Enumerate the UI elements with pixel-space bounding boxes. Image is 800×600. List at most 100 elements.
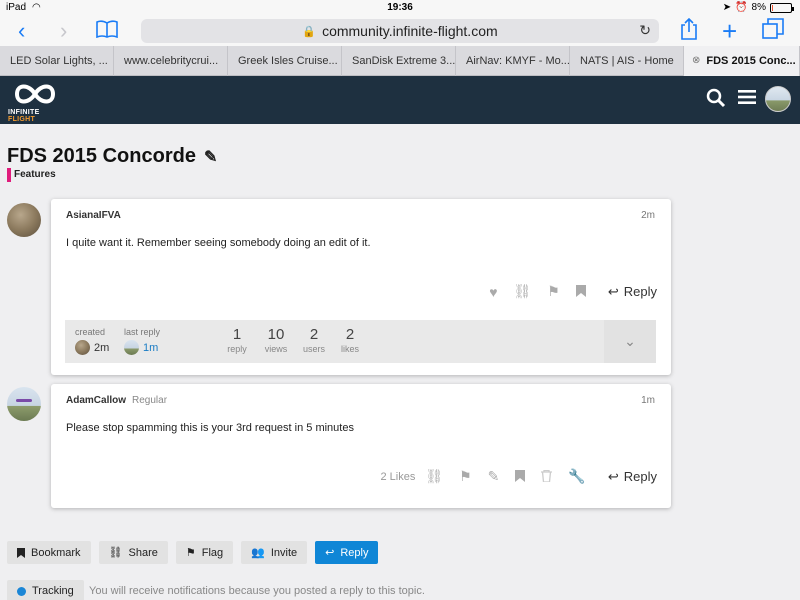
invite-button[interactable]: 👥 Invite	[241, 541, 308, 564]
stat-users: 2 users	[301, 326, 327, 354]
created-label: created	[75, 327, 106, 337]
bookmark-icon	[17, 547, 25, 558]
wrench-icon[interactable]: 🔧	[568, 468, 585, 485]
chevron-down-icon: ⌄	[624, 333, 636, 349]
link-icon[interactable]: ⛓	[425, 468, 443, 485]
created-avatar[interactable]	[75, 340, 90, 355]
close-tab-icon[interactable]: ⊗	[692, 46, 700, 76]
flag-button[interactable]: ⚑ Flag	[175, 541, 234, 564]
bookmark-button-label: Bookmark	[31, 546, 81, 559]
lock-icon: 🔒	[302, 25, 317, 38]
browser-tab[interactable]: AirNav: KMYF - Mo...	[456, 46, 570, 76]
browser-toolbar: ‹ › 🔒 community.infinite-flight.com ↻ +	[0, 16, 800, 46]
topic-title: FDS 2015 Concorde ✎	[7, 145, 217, 168]
reply-topic-button[interactable]: ↩ Reply	[315, 541, 379, 564]
post-body: I quite want it. Remember seeing somebod…	[66, 237, 371, 249]
post-author[interactable]: AsianaIFVA	[66, 210, 121, 221]
tab-strip: LED Solar Lights, ... www.celebritycrui.…	[0, 46, 800, 76]
status-bar: iPad ◠ 19:36 ➤ ⏰ 8%	[0, 0, 800, 16]
edit-pencil-icon[interactable]: ✎	[488, 468, 500, 485]
clock: 19:36	[387, 2, 413, 13]
location-icon: ➤	[722, 2, 732, 13]
bookmark-button[interactable]: Bookmark	[7, 541, 91, 564]
link-icon[interactable]: ⛓	[514, 283, 532, 300]
new-tab-icon[interactable]: +	[722, 18, 737, 44]
stat-views: 10 views	[261, 326, 291, 354]
flag-icon[interactable]: ⚑	[547, 283, 560, 300]
tabs-overview-icon[interactable]	[762, 18, 784, 46]
topic-title-text: FDS 2015 Concorde	[7, 145, 196, 167]
topic-footer-buttons: Bookmark ⛓ Share ⚑ Flag 👥 Invite ↩ Reply	[7, 541, 379, 564]
bookmarks-icon[interactable]	[96, 18, 118, 44]
post-avatar[interactable]	[7, 203, 41, 237]
browser-tab[interactable]: Greek Isles Cruise...	[228, 46, 342, 76]
stat-number: 1	[232, 326, 242, 343]
tracking-label: Tracking	[32, 585, 74, 597]
last-reply-label: last reply	[124, 327, 161, 337]
trash-icon[interactable]	[541, 469, 553, 485]
tracking-dot-icon	[17, 586, 26, 596]
stat-label: views	[264, 344, 288, 354]
last-reply-avatar[interactable]	[124, 340, 139, 355]
post-age[interactable]: 2m	[641, 210, 655, 221]
reply-arrow-icon: ↩	[607, 468, 619, 484]
stat-number: 2	[309, 326, 319, 343]
stat-label: reply	[227, 344, 247, 354]
browser-tab[interactable]: LED Solar Lights, ...	[0, 46, 114, 76]
post-author[interactable]: AdamCallow	[66, 395, 126, 406]
back-icon[interactable]: ‹	[18, 18, 25, 44]
reply-label: Reply	[623, 284, 657, 299]
user-avatar[interactable]	[765, 86, 791, 112]
post: AsianaIFVA 2m I quite want it. Remember …	[51, 199, 671, 375]
reload-icon[interactable]: ↻	[639, 22, 651, 39]
share-icon[interactable]	[680, 17, 698, 46]
like-heart-icon[interactable]: ♥	[489, 284, 497, 300]
stat-replies: 1 reply	[225, 326, 249, 354]
search-icon[interactable]	[706, 88, 726, 113]
post-age[interactable]: 1m	[641, 395, 655, 406]
users-icon: 👥	[251, 547, 265, 559]
url-text: community.infinite-flight.com	[322, 23, 498, 39]
stat-likes: 2 likes	[337, 326, 363, 354]
forward-icon[interactable]: ›	[60, 18, 67, 44]
reply-arrow-icon: ↩	[607, 283, 619, 299]
battery-percent: 8%	[751, 2, 766, 13]
browser-tab[interactable]: SanDisk Extreme 3...	[342, 46, 456, 76]
user-title: Regular	[132, 395, 168, 406]
stat-label: users	[302, 344, 325, 354]
bookmark-icon[interactable]	[575, 284, 586, 300]
stat-number: 10	[267, 326, 285, 343]
link-icon: ⛓	[108, 547, 123, 559]
flag-icon[interactable]: ⚑	[459, 468, 472, 485]
bookmark-icon[interactable]	[515, 469, 526, 485]
share-button-label: Share	[128, 546, 158, 559]
reply-arrow-icon: ↩	[325, 547, 335, 559]
battery-fill	[772, 4, 773, 11]
share-button[interactable]: ⛓ Share	[98, 541, 168, 564]
flag-button-label: Flag	[201, 546, 224, 559]
tracking-description: You will receive notifications because y…	[89, 585, 425, 597]
reply-topic-label: Reply	[340, 546, 369, 559]
logo-text-accent: FLIGHT	[8, 116, 36, 123]
reply-button[interactable]: ↩ Reply	[608, 469, 657, 485]
address-bar[interactable]: 🔒 community.infinite-flight.com ↻	[141, 19, 659, 43]
browser-tab[interactable]: NATS | AIS - Home	[570, 46, 684, 76]
category-badge[interactable]: Features	[7, 168, 56, 182]
site-header: INFINITE FLIGHT	[0, 76, 800, 124]
like-count[interactable]: 2 Likes	[380, 471, 415, 483]
stat-label: likes	[340, 344, 359, 354]
last-reply-value[interactable]: 1m	[143, 342, 158, 354]
post-avatar[interactable]	[7, 387, 41, 421]
expand-topic-map-button[interactable]: ⌄	[604, 320, 656, 363]
site-logo[interactable]: INFINITE FLIGHT	[8, 81, 66, 123]
invite-button-label: Invite	[270, 546, 298, 559]
browser-tab-active[interactable]: ⊗ FDS 2015 Conc...	[684, 46, 800, 76]
reply-button[interactable]: ↩ Reply	[608, 284, 657, 300]
battery-icon	[770, 2, 794, 13]
post-actions: ♥ ⛓ ⚑ ↩ Reply	[489, 283, 657, 300]
edit-pencil-icon[interactable]: ✎	[204, 147, 217, 167]
browser-tab[interactable]: www.celebritycrui...	[114, 46, 228, 76]
hamburger-menu-icon[interactable]	[738, 89, 756, 110]
stat-number: 2	[345, 326, 355, 343]
notification-level-button[interactable]: Tracking	[7, 580, 84, 600]
